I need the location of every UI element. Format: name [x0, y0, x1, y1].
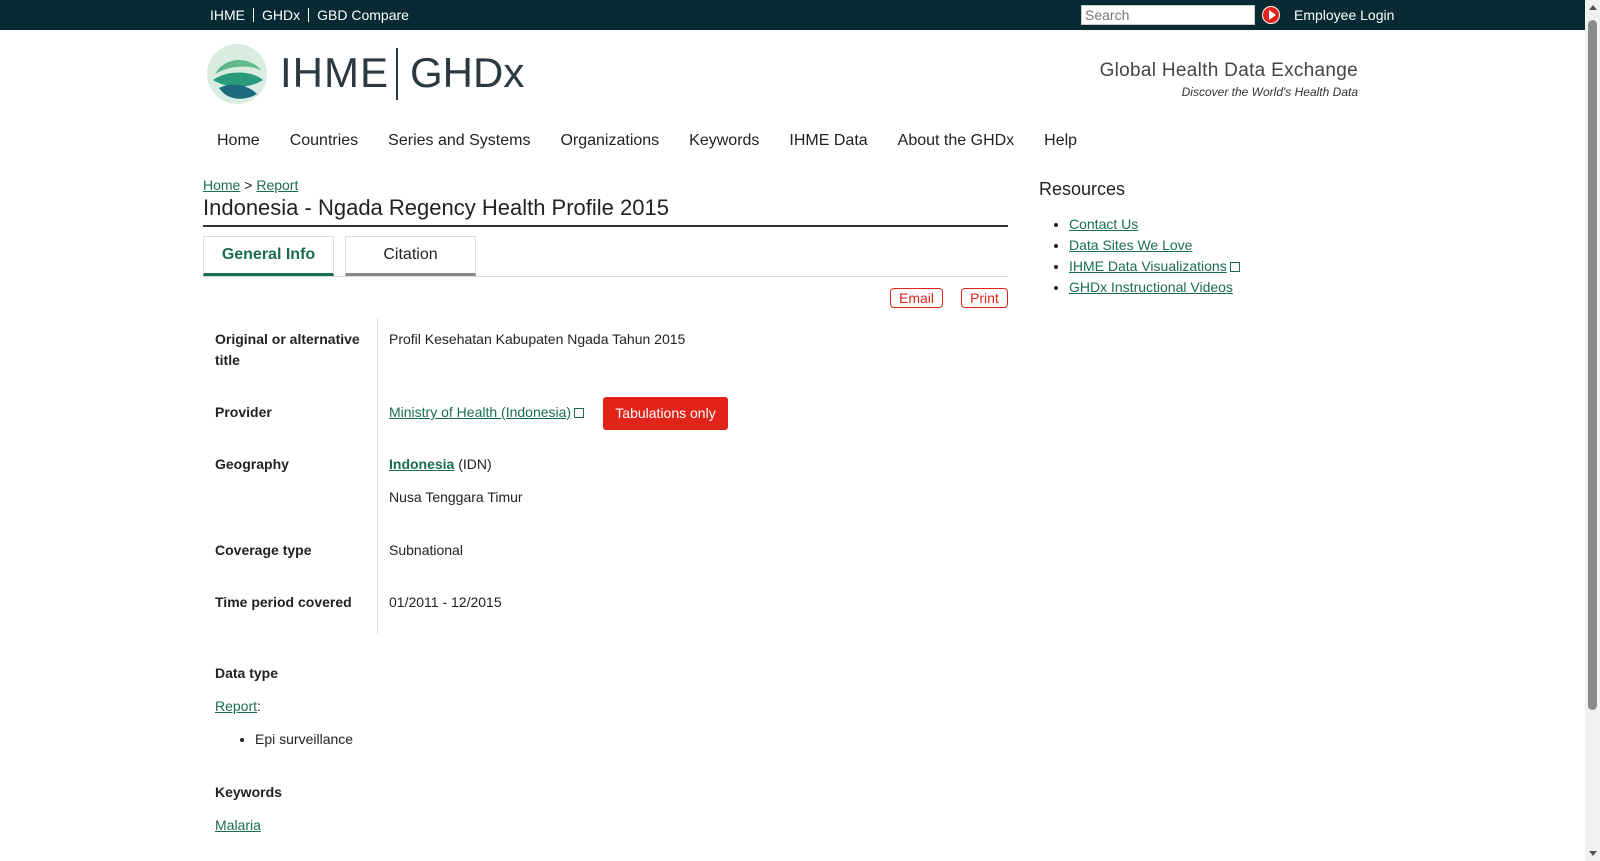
site-tagline: Global Health Data Exchange — [1099, 60, 1358, 81]
breadcrumb-report-link[interactable]: Report — [256, 177, 298, 193]
print-button[interactable]: Print — [961, 288, 1008, 308]
ihme-logo-icon[interactable] — [207, 44, 267, 104]
search-submit-icon[interactable] — [1262, 6, 1280, 24]
nav-item-about[interactable]: About the GHDx — [883, 132, 1030, 150]
alt-title-value: Profil Kesehatan Kabupaten Ngada Tahun 2… — [389, 331, 686, 347]
scrollbar[interactable] — [1585, 0, 1600, 861]
employee-login-link[interactable]: Employee Login — [1294, 7, 1394, 23]
email-button[interactable]: Email — [890, 288, 944, 308]
breadcrumb-separator: > — [244, 177, 253, 193]
nav-item-ihme-data[interactable]: IHME Data — [774, 132, 882, 150]
breadcrumb: Home > Report — [203, 177, 298, 193]
nav-item-help[interactable]: Help — [1029, 132, 1092, 150]
geography-code: (IDN) — [458, 456, 492, 472]
top-bar: IHME GHDx GBD Compare Employee Login — [0, 0, 1585, 30]
nav-item-keywords[interactable]: Keywords — [674, 132, 774, 150]
external-link-icon — [1229, 262, 1240, 273]
geography-region: Nusa Tenggara Timur — [389, 489, 523, 505]
tab-divider — [203, 276, 1008, 277]
logo-divider — [396, 48, 398, 100]
provider-link[interactable]: Ministry of Health (Indonesia) — [389, 404, 571, 420]
resources-title: Resources — [1039, 179, 1126, 199]
data-type-list: Epi surveillance — [215, 731, 353, 747]
main-nav: Home Countries Series and Systems Organi… — [202, 132, 1092, 150]
keywords-label: Keywords — [215, 784, 282, 800]
geography-value: Indonesia (IDN) — [389, 454, 492, 475]
list-item: Epi surveillance — [255, 731, 353, 747]
data-type-label: Data type — [215, 665, 279, 681]
scroll-thumb[interactable] — [1588, 20, 1597, 710]
resource-link-contact-us[interactable]: Contact Us — [1069, 216, 1138, 232]
coverage-type-value: Subnational — [389, 542, 463, 558]
tab-general-info[interactable]: General Info — [203, 236, 334, 276]
list-item: IHME Data Visualizations — [1069, 256, 1240, 277]
site-tagline-sub: Discover the World's Health Data — [1181, 85, 1358, 99]
list-item: Contact Us — [1069, 214, 1240, 235]
nav-item-home[interactable]: Home — [202, 132, 275, 150]
keyword-malaria-link[interactable]: Malaria — [215, 817, 261, 833]
top-links: IHME GHDx GBD Compare — [202, 0, 417, 30]
logo-ghdx-text[interactable]: GHDx — [410, 49, 524, 97]
field-divider — [377, 318, 378, 634]
nav-item-countries[interactable]: Countries — [275, 132, 373, 150]
alt-title-label: Original or alternative title — [215, 331, 360, 368]
resources-list: Contact Us Data Sites We Love IHME Data … — [1029, 214, 1240, 298]
top-link-ghdx[interactable]: GHDx — [254, 8, 310, 22]
nav-item-organizations[interactable]: Organizations — [545, 132, 674, 150]
tabulations-only-badge[interactable]: Tabulations only — [603, 397, 728, 430]
geography-country-link[interactable]: Indonesia — [389, 456, 454, 472]
logo-ihme-text[interactable]: IHME — [280, 49, 389, 97]
provider-value: Ministry of Health (Indonesia) — [389, 402, 585, 423]
geography-label: Geography — [215, 456, 289, 472]
search-input[interactable] — [1081, 5, 1255, 25]
resource-link-ihme-viz[interactable]: IHME Data Visualizations — [1069, 258, 1227, 274]
scroll-up-arrow-icon[interactable] — [1589, 5, 1597, 10]
top-link-gbd-compare[interactable]: GBD Compare — [309, 8, 417, 22]
page-title: Indonesia - Ngada Regency Health Profile… — [203, 195, 1008, 227]
data-type-line: Report: — [215, 698, 261, 714]
top-link-ihme[interactable]: IHME — [202, 8, 254, 22]
list-item: GHDx Instructional Videos — [1069, 277, 1240, 298]
coverage-type-label: Coverage type — [215, 542, 312, 558]
resource-link-videos[interactable]: GHDx Instructional Videos — [1069, 279, 1233, 295]
time-period-value: 01/2011 - 12/2015 — [389, 594, 502, 610]
data-type-report-link[interactable]: Report — [215, 698, 257, 714]
keywords-line: Malaria — [215, 815, 261, 836]
resource-link-data-sites[interactable]: Data Sites We Love — [1069, 237, 1192, 253]
breadcrumb-home-link[interactable]: Home — [203, 177, 240, 193]
scroll-down-arrow-icon[interactable] — [1589, 851, 1597, 856]
tab-citation[interactable]: Citation — [345, 236, 476, 276]
list-item: Data Sites We Love — [1069, 235, 1240, 256]
time-period-label: Time period covered — [215, 594, 352, 610]
nav-item-series-and-systems[interactable]: Series and Systems — [373, 132, 545, 150]
external-link-icon — [574, 408, 585, 419]
provider-label: Provider — [215, 404, 272, 420]
